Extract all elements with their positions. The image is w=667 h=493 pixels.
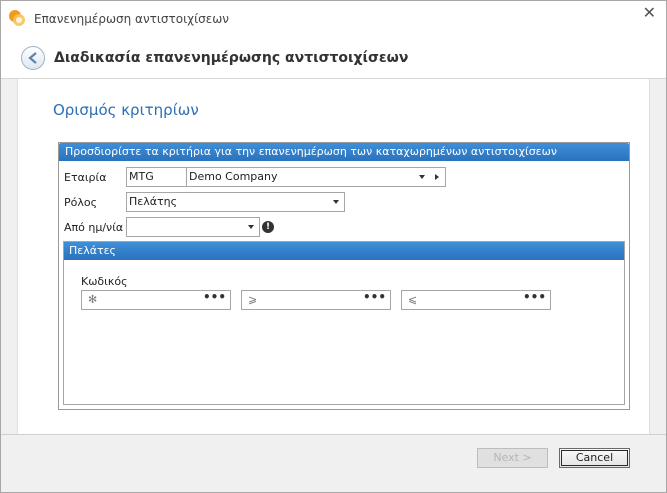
role-label: Ρόλος [64, 196, 98, 209]
close-icon[interactable]: ✕ [643, 3, 656, 22]
criteria-group: Προσδιορίστε τα κριτήρια για την επανενη… [58, 142, 630, 410]
ellipsis-button[interactable]: ••• [203, 288, 226, 306]
wizard-window: Επανενημέρωση αντιστοιχίσεων ✕ Διαδικασί… [0, 0, 667, 493]
field-divider [186, 168, 187, 186]
ellipsis-button[interactable]: ••• [363, 288, 386, 306]
company-label: Εταιρία [64, 171, 107, 184]
chevron-right-icon[interactable] [435, 174, 439, 180]
customers-group-header: Πελάτες [64, 242, 624, 260]
date-label: Από ημ/νία [64, 221, 124, 234]
criteria-group-header: Προσδιορίστε τα κριτήρια για την επανενη… [59, 143, 629, 161]
next-button[interactable]: Next > [477, 448, 548, 468]
cancel-button[interactable]: Cancel [559, 448, 630, 468]
customers-group: Πελάτες Κωδικός ✻ ••• ⩾ ••• ⩽ ••• [63, 241, 625, 405]
back-arrow-icon[interactable] [21, 46, 45, 70]
wizard-header: Διαδικασία επανενημέρωσης αντιστοιχίσεων [1, 37, 666, 79]
code-equals-field[interactable]: ✻ ••• [81, 290, 231, 310]
section-title: Ορισμός κριτηρίων [53, 101, 199, 119]
date-picker[interactable] [126, 217, 260, 237]
footer-divider [1, 434, 666, 435]
wizard-content: Ορισμός κριτηρίων Προσδιορίστε τα κριτήρ… [17, 79, 650, 434]
code-from-field[interactable]: ⩾ ••• [241, 290, 391, 310]
page-title: Διαδικασία επανενημέρωσης αντιστοιχίσεων [54, 50, 409, 66]
role-value: Πελάτης [129, 195, 178, 208]
warning-info-icon: ! [262, 221, 274, 233]
app-logo-icon [7, 8, 27, 28]
chevron-down-icon[interactable] [333, 200, 339, 204]
ellipsis-button[interactable]: ••• [523, 288, 546, 306]
code-label: Κωδικός [81, 275, 128, 288]
asterisk-icon: ✻ [88, 293, 98, 306]
company-name-value: Demo Company [189, 170, 278, 183]
greater-equal-icon: ⩾ [248, 293, 258, 306]
less-equal-icon: ⩽ [408, 293, 418, 306]
chevron-down-icon[interactable] [419, 175, 425, 179]
title-bar: Επανενημέρωση αντιστοιχίσεων ✕ [1, 1, 666, 37]
window-title: Επανενημέρωση αντιστοιχίσεων [34, 12, 229, 26]
role-select[interactable]: Πελάτης [126, 192, 345, 212]
chevron-down-icon[interactable] [248, 225, 254, 229]
company-code-value: MTG [129, 170, 154, 183]
code-to-field[interactable]: ⩽ ••• [401, 290, 551, 310]
company-lookup-field[interactable]: MTG Demo Company [126, 167, 446, 187]
